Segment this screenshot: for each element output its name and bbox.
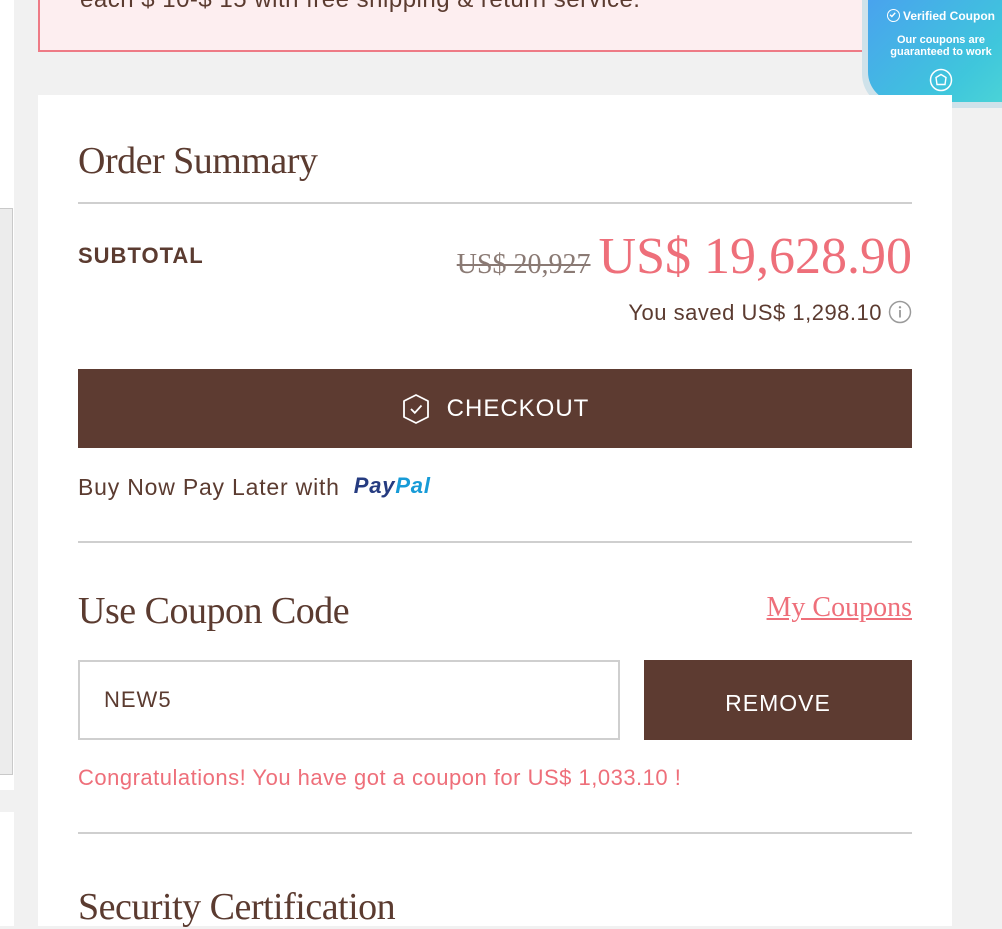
paypal-logo[interactable]: PayPal [354,473,431,499]
subtotal-label: SUBTOTAL [78,243,204,268]
verified-coupon-title: Verified Coupon [876,9,1002,23]
savings-text: You saved US$ 1,298.10 [628,300,882,325]
my-coupons-link[interactable]: My Coupons [767,592,912,624]
divider [78,202,912,204]
checkout-button[interactable]: CHECKOUT [78,369,912,448]
remove-coupon-button[interactable]: REMOVE [644,660,912,740]
original-price: US$ 20,927 [456,249,591,280]
shield-check-icon [402,393,429,424]
checkout-label: CHECKOUT [446,394,590,422]
divider [78,832,912,834]
check-circle-icon [886,9,900,22]
left-panel-block [0,208,13,775]
left-panel-gap [0,790,14,812]
bnpl-text: Buy Now Pay Later with [78,474,340,500]
verified-coupon-badge-body: Verified Coupon Our coupons are guarante… [868,0,1002,102]
savings-line: You saved US$ 1,298.10 [628,300,912,330]
verified-coupon-subtitle-line2: guaranteed to work [890,46,992,58]
price-row: US$ 20,927 US$ 19,628.90 [457,227,912,286]
coupon-section-title: Use Coupon Code [78,590,350,632]
left-panel-strip [0,0,14,926]
verified-coupon-title-text: Verified Coupon [902,9,995,23]
order-summary-title: Order Summary [78,140,318,182]
buy-now-pay-later: Buy Now Pay Later with PayPal [78,473,431,501]
verified-coupon-subtitle: Our coupons are guaranteed to work [876,34,1002,58]
verified-coupon-subtitle-line1: Our coupons are [896,34,986,46]
final-price: US$ 19,628.90 [598,228,912,285]
info-icon[interactable] [888,300,912,330]
coupon-shield-icon [929,68,953,92]
security-certification-title: Security Certification [78,886,396,928]
paypal-logo-part2: Pal [395,473,431,498]
verified-coupon-badge[interactable]: Verified Coupon Our coupons are guarante… [862,0,1002,108]
shipping-notice-banner: each $ 10-$ 15 with free shipping & retu… [38,0,898,52]
coupon-code-input[interactable] [78,660,620,740]
shipping-notice-text: each $ 10-$ 15 with free shipping & retu… [80,0,640,14]
paypal-logo-part1: Pay [353,473,396,498]
coupon-success-message: Congratulations! You have got a coupon f… [78,765,682,790]
divider [78,541,912,543]
order-summary-card: Order Summary SUBTOTAL US$ 20,927 US$ 19,… [38,95,952,928]
